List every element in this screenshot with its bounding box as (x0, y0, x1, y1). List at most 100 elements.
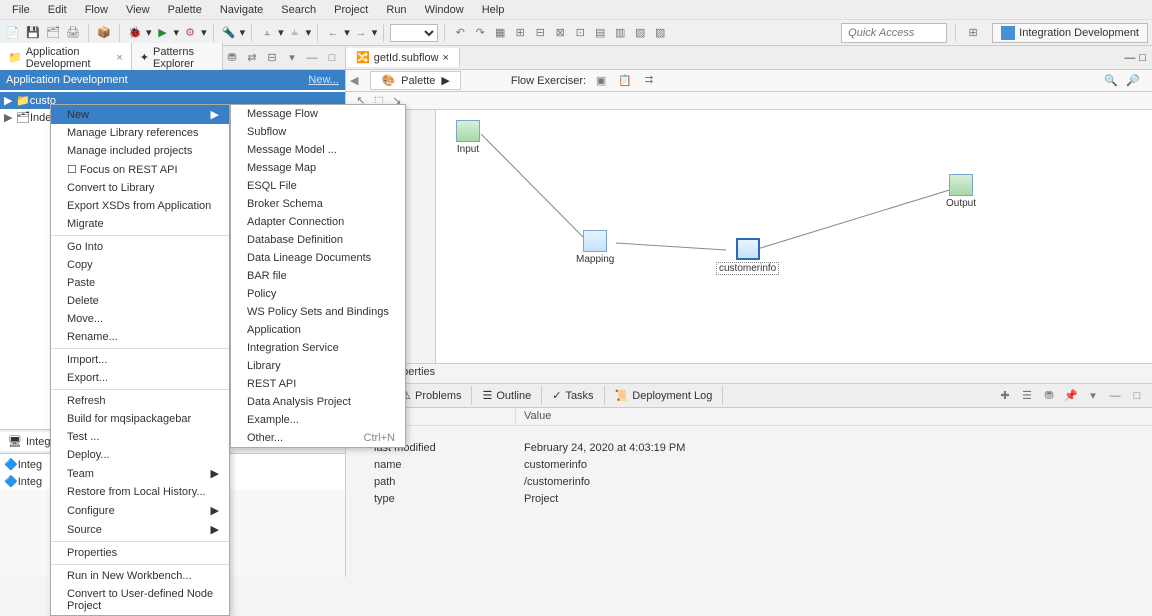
debug-dropdown[interactable]: ▾ (146, 26, 152, 39)
minimize-icon[interactable]: — (303, 49, 321, 67)
ctx-source[interactable]: Source▶ (51, 520, 229, 539)
ctx-import-[interactable]: Import... (51, 351, 229, 369)
link-editor-icon[interactable]: ⇄ (243, 49, 261, 67)
minimize-icon[interactable]: — (1124, 52, 1135, 64)
ctx-team[interactable]: Team▶ (51, 464, 229, 483)
menu-view[interactable]: View (118, 2, 158, 18)
stop-icon[interactable]: ⮆ (640, 72, 658, 90)
distribute-icon[interactable]: ⫨ (286, 24, 304, 42)
layout6-icon[interactable]: ▥ (611, 24, 629, 42)
layout1-icon[interactable]: ⊞ (511, 24, 529, 42)
prop-row[interactable]: typeProject (346, 492, 1152, 509)
save-icon[interactable]: 💾 (24, 24, 42, 42)
filter-icon[interactable]: ⛃ (223, 49, 241, 67)
search-dropdown[interactable]: ▾ (240, 26, 246, 39)
new-link[interactable]: New... (308, 74, 339, 86)
new-subflow[interactable]: Subflow (231, 123, 405, 141)
expand-icon[interactable]: ▶ (4, 94, 16, 107)
layout3-icon[interactable]: ⊠ (551, 24, 569, 42)
new-other-[interactable]: Other...Ctrl+N (231, 429, 405, 447)
ctx-delete[interactable]: Delete (51, 292, 229, 310)
maximize-icon[interactable]: □ (323, 49, 341, 67)
ctx-restore-from-local-history-[interactable]: Restore from Local History... (51, 483, 229, 501)
menu-help[interactable]: Help (474, 2, 513, 18)
prop-row[interactable]: last modifiedFebruary 24, 2020 at 4:03:1… (346, 441, 1152, 458)
filter-icon[interactable]: ⛃ (1040, 387, 1058, 405)
ctx-manage-included-projects[interactable]: Manage included projects (51, 142, 229, 160)
tab-app-development[interactable]: 📁 Application Development × (0, 43, 132, 73)
tab-deployment-log[interactable]: 📜 Deployment Log (605, 386, 724, 405)
layout8-icon[interactable]: ▨ (651, 24, 669, 42)
deploy-icon[interactable]: 📦 (95, 24, 113, 42)
layout4-icon[interactable]: ⊡ (571, 24, 589, 42)
ctx-test-[interactable]: Test ... (51, 428, 229, 446)
tab-outline[interactable]: ☰ Outline (472, 386, 542, 405)
flow-canvas[interactable]: Input Mapping customerinfo Output (436, 110, 1152, 363)
ctx-focus-on-rest-api[interactable]: ☐ Focus on REST API (51, 160, 229, 179)
prop-group-artifact[interactable]: ▾ Artifact (346, 426, 1152, 441)
back-icon[interactable]: ← (324, 24, 342, 42)
menu-file[interactable]: File (4, 2, 38, 18)
maximize-icon[interactable]: □ (1139, 52, 1146, 64)
ctx-new[interactable]: New▶ (51, 105, 229, 124)
maximize-icon[interactable]: □ (1128, 387, 1146, 405)
zoom-select[interactable] (390, 24, 438, 42)
menu-run[interactable]: Run (378, 2, 414, 18)
search-icon[interactable]: 🔦 (220, 24, 238, 42)
undo-icon[interactable]: ↶ (451, 24, 469, 42)
new-message-model-[interactable]: Message Model ... (231, 141, 405, 159)
new-application[interactable]: Application (231, 321, 405, 339)
node-input[interactable]: Input (456, 120, 480, 155)
ext-tool-icon[interactable]: ⚙ (181, 24, 199, 42)
chevron-right-icon[interactable]: ▶ (441, 74, 449, 87)
menu-palette[interactable]: Palette (160, 2, 210, 18)
layout7-icon[interactable]: ▧ (631, 24, 649, 42)
saveall-icon[interactable]: 🗂 (44, 24, 62, 42)
col-value[interactable]: Value (516, 408, 1152, 425)
prop-row[interactable]: path/customerinfo (346, 475, 1152, 492)
run-dropdown[interactable]: ▾ (174, 26, 180, 39)
print-icon[interactable]: 🖨 (64, 24, 82, 42)
menu-project[interactable]: Project (326, 2, 376, 18)
new-ws-policy-sets-and-bindings[interactable]: WS Policy Sets and Bindings (231, 303, 405, 321)
new-prop-icon[interactable]: ✚ (996, 387, 1014, 405)
new-adapter-connection[interactable]: Adapter Connection (231, 213, 405, 231)
grid-icon[interactable]: ▦ (491, 24, 509, 42)
categories-icon[interactable]: ☰ (1018, 387, 1036, 405)
new-rest-api[interactable]: REST API (231, 375, 405, 393)
new-example-[interactable]: Example... (231, 411, 405, 429)
ctx-manage-library-references[interactable]: Manage Library references (51, 124, 229, 142)
new-esql-file[interactable]: ESQL File (231, 177, 405, 195)
menu-icon[interactable]: ▾ (1084, 387, 1102, 405)
play-icon[interactable]: 📋 (616, 72, 634, 90)
menu-edit[interactable]: Edit (40, 2, 75, 18)
editor-tab-getid[interactable]: 🔀 getId.subflow × (346, 48, 460, 67)
layout5-icon[interactable]: ▤ (591, 24, 609, 42)
new-database-definition[interactable]: Database Definition (231, 231, 405, 249)
new-icon[interactable]: 📄 (4, 24, 22, 42)
ext-tool-dropdown[interactable]: ▾ (201, 26, 207, 39)
pin-icon[interactable]: 📌 (1062, 387, 1080, 405)
expand-icon[interactable]: ▶ (4, 111, 16, 124)
run-icon[interactable]: ▶ (154, 24, 172, 42)
record-icon[interactable]: ▣ (592, 72, 610, 90)
node-mapping[interactable]: Mapping (576, 230, 614, 265)
menu-search[interactable]: Search (273, 2, 324, 18)
zoom-in-icon[interactable]: 🔍 (1102, 72, 1120, 90)
new-message-flow[interactable]: Message Flow (231, 105, 405, 123)
menu-navigate[interactable]: Navigate (212, 2, 271, 18)
zoom-out-icon[interactable]: 🔎 (1124, 72, 1142, 90)
redo-icon[interactable]: ↷ (471, 24, 489, 42)
ctx-deploy-[interactable]: Deploy... (51, 446, 229, 464)
quick-access-input[interactable] (841, 23, 947, 43)
close-icon[interactable]: × (116, 52, 122, 64)
close-icon[interactable]: × (443, 52, 449, 64)
palette-header[interactable]: 🎨 Palette ▶ (370, 71, 460, 90)
ctx-properties[interactable]: Properties (51, 544, 229, 562)
ctx-go-into[interactable]: Go Into (51, 238, 229, 256)
ctx-rename-[interactable]: Rename... (51, 328, 229, 346)
new-bar-file[interactable]: BAR file (231, 267, 405, 285)
node-output[interactable]: Output (946, 174, 976, 209)
layout2-icon[interactable]: ⊟ (531, 24, 549, 42)
new-message-map[interactable]: Message Map (231, 159, 405, 177)
